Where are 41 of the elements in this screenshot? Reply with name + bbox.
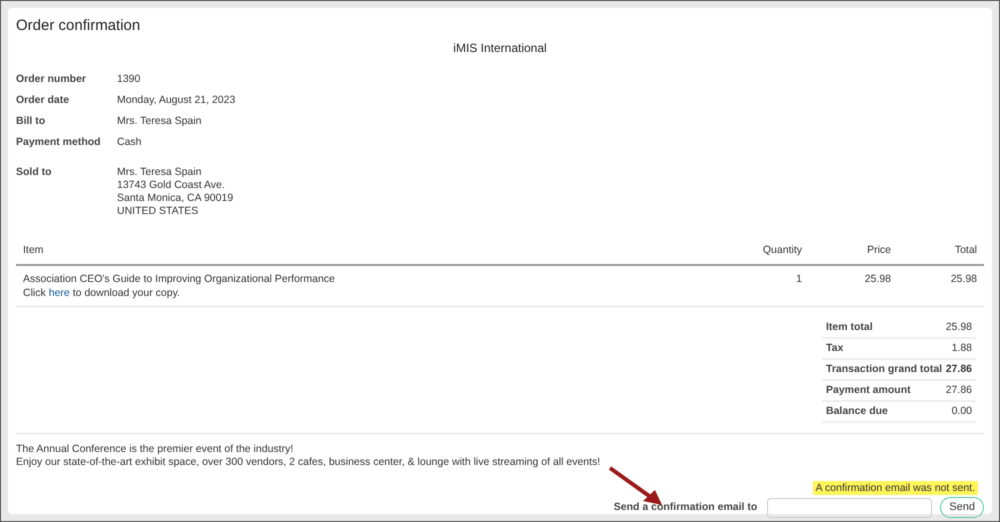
detail-label: Sold to (16, 166, 53, 179)
organization-name: iMIS International (453, 40, 547, 57)
price-cell-text: 25.98 (864, 272, 891, 287)
detail-label: Order date (16, 94, 70, 107)
total-value: 1.88 (952, 340, 972, 356)
detail-label: Order number (16, 73, 88, 86)
detail-value: UNITED STATES (117, 205, 198, 218)
detail-value: Santa Monica, CA 90019 (117, 192, 234, 205)
quantity-cell-text: 1 (796, 272, 802, 287)
total-value: 27.86 (946, 382, 972, 398)
item-note: Click (23, 286, 46, 300)
promo-text: The Annual Conference is the premier event of the industry! (16, 443, 294, 456)
total-value: 27.86 (946, 362, 972, 377)
column-header: Item (23, 244, 44, 256)
send-button[interactable]: Send (940, 497, 984, 518)
total-value: 25.98 (946, 320, 972, 335)
total-cell-text: 25.98 (950, 272, 977, 287)
item-note: to download your copy. (72, 286, 180, 300)
promo-text: Enjoy our state-of-the-art exhibit space, over 300 vendors, 2 cafes, business center, & lounge with live streaming of all events! (16, 456, 600, 469)
total-label: Transaction grand total (826, 362, 942, 377)
detail-value: 13743 Gold Coast Ave. (117, 179, 225, 192)
item-name: Association CEO's Guide to Improving Organizational Performance (23, 272, 335, 286)
detail-value: 1390 (117, 73, 140, 86)
email-label: Send a confirmation email to (614, 500, 758, 515)
column-header: Total (954, 243, 977, 258)
detail-value: Monday, August 21, 2023 (117, 94, 236, 107)
detail-label: Payment method (16, 136, 102, 149)
page-title: Order confirmation (16, 16, 140, 36)
detail-label: Bill to (16, 115, 46, 128)
detail-value: Mrs. Teresa Spain (117, 166, 202, 179)
detail-value: Cash (117, 136, 142, 149)
total-label: Tax (826, 340, 844, 356)
email-notice: A confirmation email was not sent. (812, 481, 978, 495)
download-link[interactable]: here (48, 286, 70, 300)
column-header: Quantity (762, 243, 802, 258)
column-header: Price (867, 243, 891, 258)
total-label: Item total (826, 320, 873, 335)
total-label: Payment amount (826, 382, 911, 398)
detail-value: Mrs. Teresa Spain (117, 115, 202, 128)
total-value: 0.00 (952, 404, 972, 419)
total-label: Balance due (826, 404, 888, 419)
